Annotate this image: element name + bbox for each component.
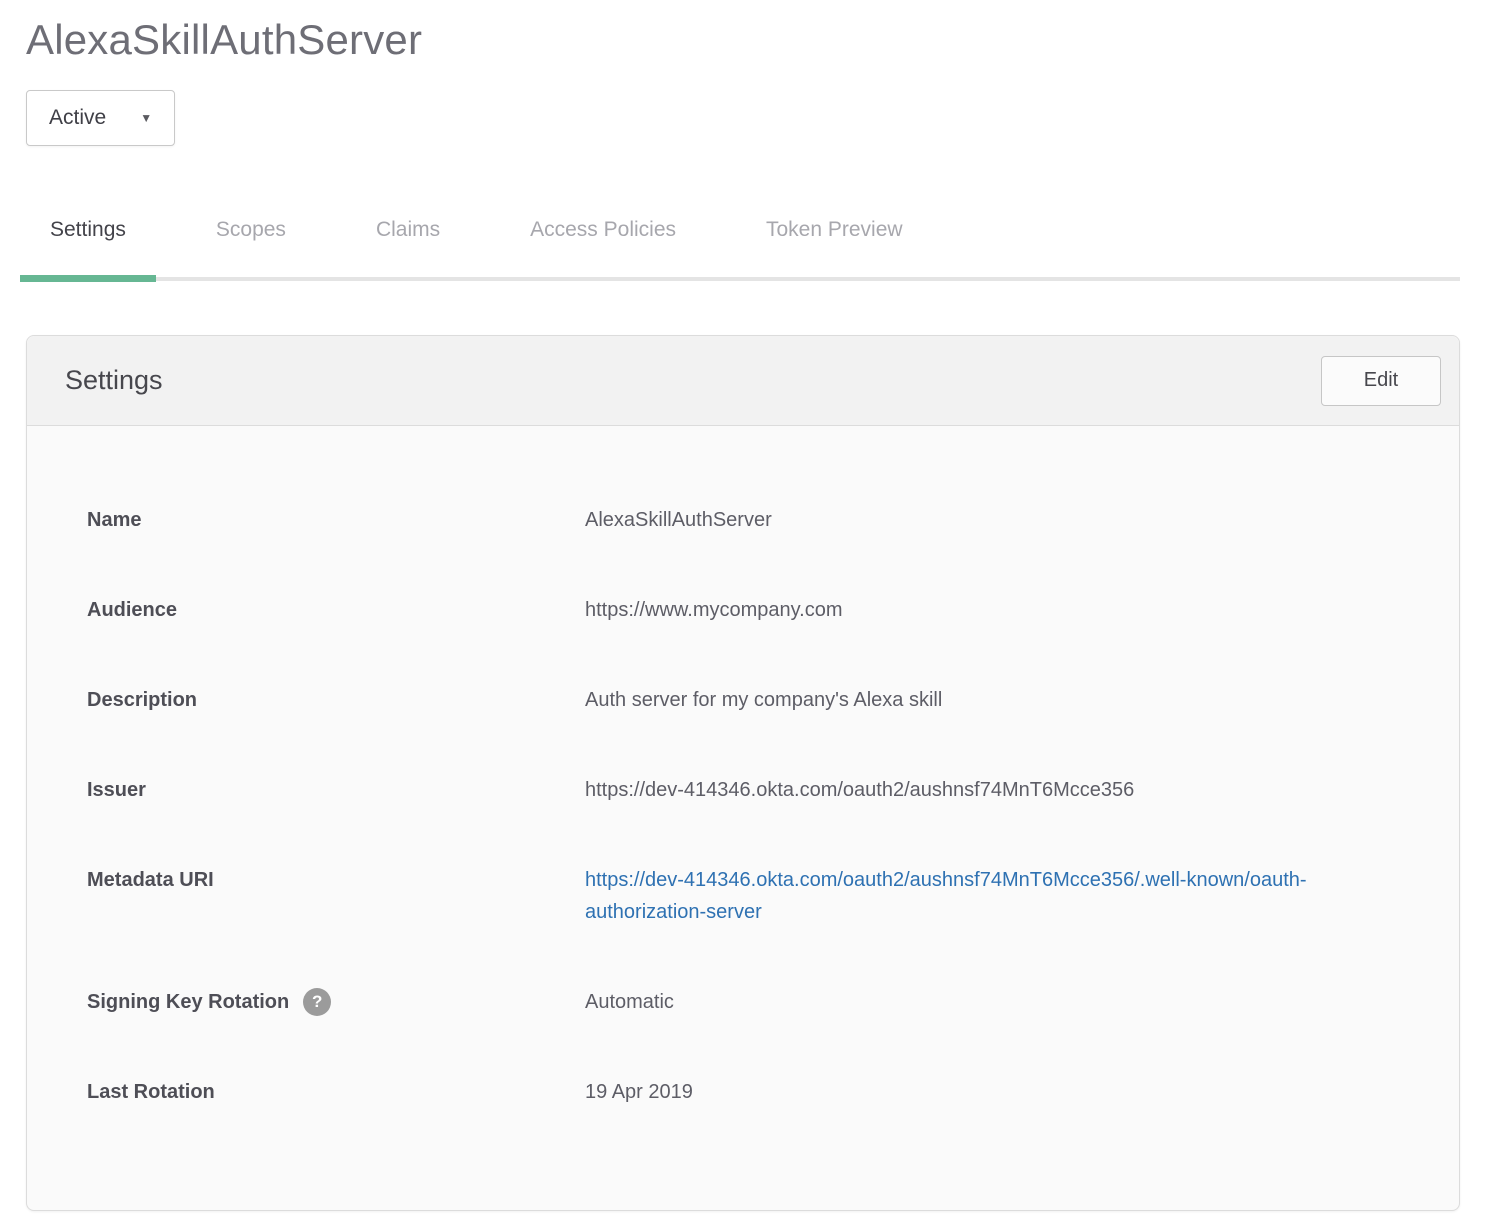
field-label: Signing Key Rotation ? (87, 986, 585, 1018)
page-title: AlexaSkillAuthServer (26, 0, 1460, 64)
field-value: 19 Apr 2019 (585, 1076, 1399, 1108)
tab-bar: Settings Scopes Claims Access Policies T… (20, 218, 1460, 281)
field-label-text: Signing Key Rotation (87, 986, 289, 1018)
edit-button[interactable]: Edit (1321, 356, 1441, 406)
help-icon[interactable]: ? (303, 988, 331, 1016)
field-value: https://dev-414346.okta.com/oauth2/aushn… (585, 774, 1399, 806)
panel-title: Settings (65, 365, 163, 396)
status-dropdown[interactable]: Active ▼ (26, 90, 175, 146)
field-value: https://www.mycompany.com (585, 594, 1399, 626)
settings-panel-body: Name AlexaSkillAuthServer Audience https… (27, 426, 1459, 1210)
field-label: Issuer (87, 774, 585, 806)
field-row-last-rotation: Last Rotation 19 Apr 2019 (87, 1076, 1399, 1108)
field-label: Metadata URI (87, 864, 585, 928)
settings-panel: Settings Edit Name AlexaSkillAuthServer … (26, 335, 1460, 1211)
field-value: Automatic (585, 986, 1399, 1018)
field-row-issuer: Issuer https://dev-414346.okta.com/oauth… (87, 774, 1399, 806)
field-label: Last Rotation (87, 1076, 585, 1108)
tab-scopes[interactable]: Scopes (186, 218, 316, 277)
field-row-metadata-uri: Metadata URI https://dev-414346.okta.com… (87, 864, 1399, 928)
page: AlexaSkillAuthServer Active ▼ Settings S… (0, 0, 1486, 1211)
tab-token-preview[interactable]: Token Preview (736, 218, 933, 277)
field-label: Name (87, 504, 585, 536)
status-dropdown-value: Active (49, 106, 106, 130)
field-row-signing-key-rotation: Signing Key Rotation ? Automatic (87, 986, 1399, 1018)
tab-claims[interactable]: Claims (346, 218, 470, 277)
field-row-name: Name AlexaSkillAuthServer (87, 504, 1399, 536)
field-row-description: Description Auth server for my company's… (87, 684, 1399, 716)
settings-panel-header: Settings Edit (27, 336, 1459, 426)
field-value: https://dev-414346.okta.com/oauth2/aushn… (585, 864, 1399, 928)
field-value: Auth server for my company's Alexa skill (585, 684, 1399, 716)
tab-settings[interactable]: Settings (20, 218, 156, 277)
field-value: AlexaSkillAuthServer (585, 504, 1399, 536)
metadata-uri-link[interactable]: https://dev-414346.okta.com/oauth2/aushn… (585, 864, 1365, 928)
field-row-audience: Audience https://www.mycompany.com (87, 594, 1399, 626)
field-label: Description (87, 684, 585, 716)
chevron-down-icon: ▼ (140, 112, 152, 124)
tab-access-policies[interactable]: Access Policies (500, 218, 706, 277)
field-label: Audience (87, 594, 585, 626)
